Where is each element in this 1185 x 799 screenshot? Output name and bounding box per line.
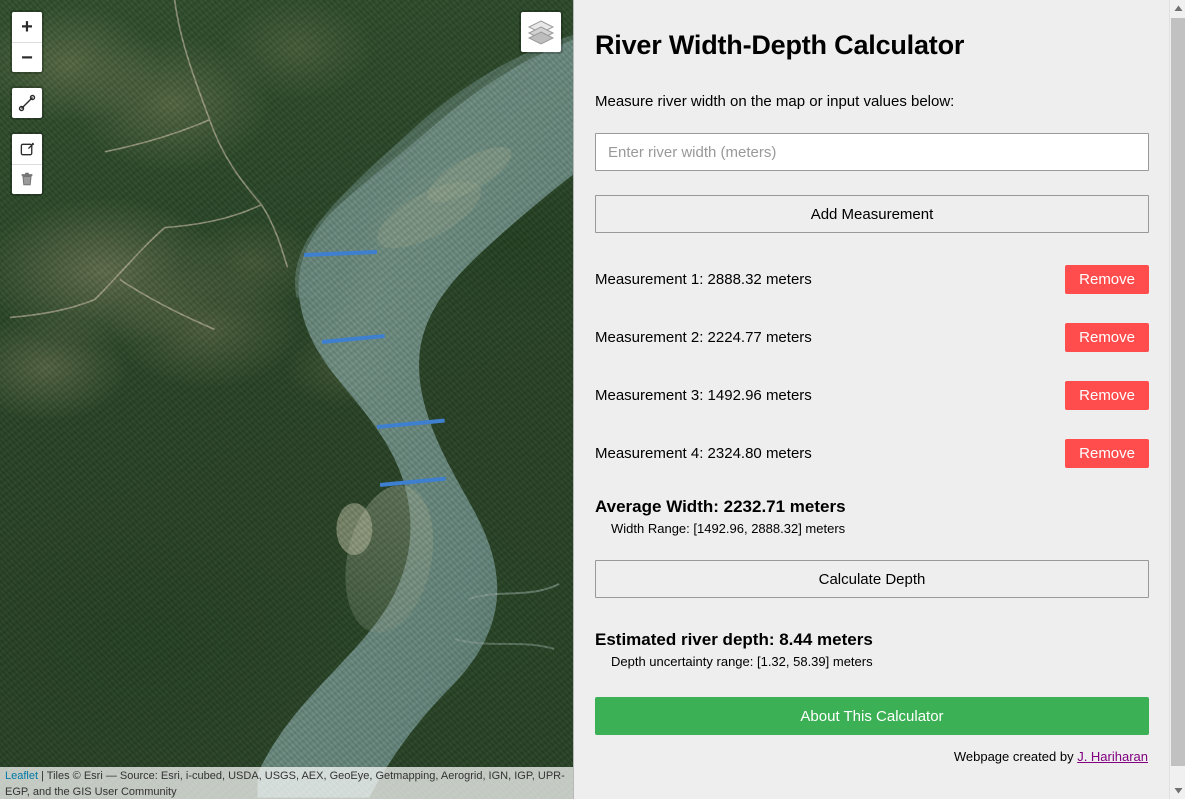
attribution-text: | Tiles © Esri — Source: Esri, i-cubed, … — [5, 770, 565, 798]
layers-stack-icon — [527, 20, 555, 45]
remove-measurement-button-2[interactable]: Remove — [1065, 323, 1149, 352]
layers-control[interactable] — [519, 10, 563, 54]
credit-line: Webpage created by J. Hariharan — [595, 749, 1149, 764]
imagery-texture — [0, 0, 573, 799]
width-range-value: Width Range: [1492.96, 2888.32] meters — [611, 521, 846, 536]
draw-control[interactable] — [10, 132, 44, 196]
scrollbar-up-arrow[interactable] — [1170, 0, 1185, 17]
minus-icon: − — [21, 46, 33, 69]
add-measurement-button[interactable]: Add Measurement — [595, 195, 1149, 233]
measurement-label: Measurement 4: 2324.80 meters — [595, 445, 812, 462]
caret-down-icon — [1174, 788, 1182, 794]
application-root: + − Leaflet | Tiles © Esri — Source: Esr… — [0, 0, 1185, 799]
measure-control[interactable] — [10, 86, 44, 120]
plus-icon: + — [21, 16, 33, 38]
remove-measurement-button-3[interactable]: Remove — [1065, 381, 1149, 410]
measurement-row: Measurement 2: 2224.77 meters Remove — [595, 323, 1149, 352]
about-calculator-button[interactable]: About This Calculator — [595, 697, 1149, 735]
measurement-label: Measurement 1: 2888.32 meters — [595, 271, 812, 288]
scrollbar-thumb[interactable] — [1171, 18, 1185, 766]
zoom-control[interactable]: + − — [10, 10, 44, 74]
trash-icon — [21, 172, 33, 186]
measurement-label: Measurement 2: 2224.77 meters — [595, 329, 812, 346]
intro-text: Measure river width on the map or input … — [595, 93, 955, 110]
map-pane[interactable]: + − Leaflet | Tiles © Esri — Source: Esr… — [0, 0, 574, 799]
average-width-block: Average Width: 2232.71 meters Width Rang… — [595, 497, 1149, 536]
measurement-row: Measurement 3: 1492.96 meters Remove — [595, 381, 1149, 410]
zoom-in-button[interactable]: + — [12, 12, 42, 42]
remove-measurement-button-4[interactable]: Remove — [1065, 439, 1149, 468]
calculate-depth-button[interactable]: Calculate Depth — [595, 560, 1149, 598]
caret-up-icon — [1174, 5, 1182, 11]
author-link[interactable]: J. Hariharan — [1077, 749, 1148, 764]
measurement-row: Measurement 4: 2324.80 meters Remove — [595, 439, 1149, 468]
average-width-value: Average Width: 2232.71 meters — [595, 497, 846, 516]
page-title: River Width-Depth Calculator — [595, 30, 965, 60]
leaflet-link[interactable]: Leaflet — [5, 770, 38, 782]
depth-range-value: Depth uncertainty range: [1.32, 58.39] m… — [611, 654, 873, 669]
estimated-depth-value: Estimated river depth: 8.44 meters — [595, 630, 873, 649]
credit-prefix: Webpage created by — [953, 749, 1078, 764]
measure-line-button[interactable] — [12, 88, 42, 118]
river-width-input[interactable] — [595, 133, 1149, 171]
edit-polyline-icon — [20, 142, 34, 155]
map-attribution: Leaflet | Tiles © Esri — Source: Esri, i… — [0, 767, 573, 799]
scrollbar-down-arrow[interactable] — [1170, 782, 1185, 799]
measurement-label: Measurement 3: 1492.96 meters — [595, 387, 812, 404]
draw-edit-button[interactable] — [12, 134, 42, 164]
satellite-imagery[interactable] — [0, 0, 573, 799]
estimated-depth-block: Estimated river depth: 8.44 meters Depth… — [595, 630, 1149, 669]
measurement-list: Measurement 1: 2888.32 meters Remove Mea… — [595, 265, 1149, 468]
draw-delete-button[interactable] — [12, 164, 42, 194]
ruler-line-icon — [18, 94, 36, 112]
zoom-out-button[interactable]: − — [12, 42, 42, 72]
panel-scrollbar[interactable] — [1169, 0, 1185, 799]
calculator-panel: River Width-Depth Calculator Measure riv… — [574, 0, 1185, 799]
remove-measurement-button-1[interactable]: Remove — [1065, 265, 1149, 294]
panel-content: River Width-Depth Calculator Measure riv… — [574, 0, 1170, 799]
measurement-row: Measurement 1: 2888.32 meters Remove — [595, 265, 1149, 294]
